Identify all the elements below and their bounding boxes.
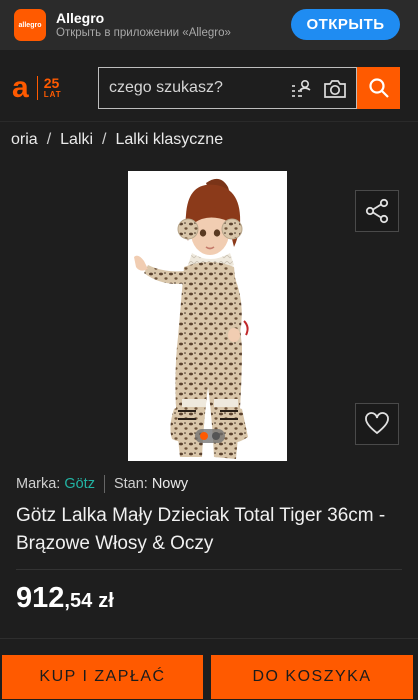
brand-link[interactable]: Götz	[64, 476, 95, 492]
app-icon-text: allegro	[18, 21, 42, 29]
breadcrumb-separator: /	[102, 131, 107, 148]
gallery-dot-active[interactable]	[200, 432, 208, 440]
allegro-logo[interactable]: a 25 LAT	[12, 71, 62, 104]
breadcrumb-item[interactable]: Lalki	[60, 131, 93, 149]
breadcrumb-separator: /	[46, 131, 52, 148]
share-button[interactable]	[355, 190, 399, 232]
search-placeholder: czego szukasz?	[109, 79, 223, 96]
doll-photo	[134, 178, 249, 459]
price-integer: 912	[16, 582, 65, 614]
logo-anniversary: 25 LAT	[43, 74, 62, 100]
gallery-dot[interactable]	[212, 432, 220, 440]
gallery-indicator[interactable]	[195, 429, 225, 443]
breadcrumb-item[interactable]: Lalki klasyczne	[116, 131, 224, 149]
search-button[interactable]	[357, 67, 400, 109]
logo-number: 25	[43, 74, 60, 91]
product-meta: Marka: Götz Stan: Nowy	[16, 475, 188, 493]
brand-label: Marka:	[16, 476, 61, 492]
breadcrumb-item[interactable]: oria	[11, 131, 38, 149]
product-title: Götz Lalka Mały Dzieciak Total Tiger 36c…	[16, 505, 386, 554]
buy-now-button[interactable]: KUP I ZAPŁAĆ	[2, 655, 203, 699]
search-icon	[368, 78, 389, 98]
logo-divider	[36, 76, 38, 100]
heart-icon	[365, 412, 389, 435]
condition-label: Stan:	[113, 476, 148, 492]
list-person-icon[interactable]	[290, 78, 312, 100]
breadcrumb: oria / Lalki / Lalki klasyczne	[11, 128, 223, 152]
allegro-app-icon: allegro	[14, 9, 46, 41]
price-currency: zł	[98, 590, 114, 612]
favorite-button[interactable]	[355, 403, 399, 445]
add-to-cart-button[interactable]: DO KOSZYKA	[211, 655, 413, 699]
divider	[16, 569, 402, 570]
app-subtitle: Открыть в приложении «Allegro»	[56, 27, 231, 39]
search-input[interactable]: czego szukasz?	[98, 67, 357, 109]
share-icon	[365, 198, 389, 224]
product-image[interactable]	[128, 171, 287, 461]
site-header: a 25 LAT czego szukasz?	[0, 50, 418, 122]
open-app-button[interactable]: ОТКРЫТЬ	[291, 9, 400, 40]
meta-divider	[103, 475, 105, 493]
logo-word: LAT	[43, 89, 62, 99]
app-banner: allegro Allegro Открыть в приложении «Al…	[0, 0, 418, 50]
logo-letter: a	[12, 71, 29, 104]
condition-value: Nowy	[151, 476, 189, 492]
camera-icon[interactable]	[323, 78, 347, 100]
price-decimal: ,54	[64, 590, 93, 612]
product-price: 912 ,54 zł	[16, 582, 114, 615]
divider	[0, 638, 418, 639]
app-name: Allegro	[56, 10, 105, 26]
